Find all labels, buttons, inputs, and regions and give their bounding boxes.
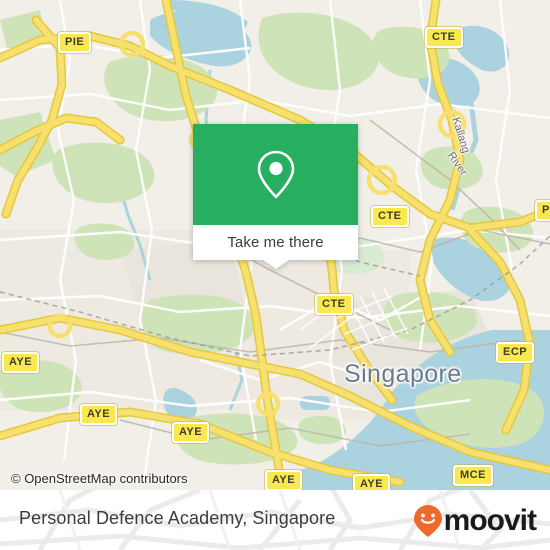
- road-shield-cte-3[interactable]: CTE: [315, 294, 353, 315]
- moovit-smiley-pin-icon: [413, 505, 442, 537]
- card-pointer-tail: [262, 260, 289, 269]
- road-shield-aye-1[interactable]: AYE: [2, 352, 40, 373]
- road-shield-ecp[interactable]: ECP: [496, 342, 535, 363]
- page-title: Personal Defence Academy, Singapore: [19, 508, 336, 528]
- map-place-label: Singapore: [344, 360, 462, 388]
- road-shield-pie-2[interactable]: PIE: [535, 200, 550, 221]
- moovit-wordmark: moovit: [443, 504, 537, 537]
- take-me-there-label: Take me there: [227, 234, 324, 251]
- road-shield-cte-2[interactable]: CTE: [371, 206, 409, 227]
- road-shield-aye-3[interactable]: AYE: [172, 422, 210, 443]
- map-canvas[interactable]: Singapore Kallang River PIE CTE CTE CTE …: [0, 0, 550, 490]
- moovit-logo[interactable]: moovit: [413, 504, 537, 538]
- footer-bar: Personal Defence Academy, Singapore moov…: [0, 490, 550, 550]
- osm-attribution[interactable]: © OpenStreetMap contributors: [11, 471, 188, 486]
- location-callout-card[interactable]: Take me there: [193, 124, 358, 269]
- road-shield-cte-1[interactable]: CTE: [425, 27, 463, 48]
- road-shield-mce[interactable]: MCE: [453, 465, 493, 486]
- road-shield-aye-2[interactable]: AYE: [80, 404, 118, 425]
- road-shield-aye-5[interactable]: AYE: [353, 474, 391, 490]
- road-shield-pie-1[interactable]: PIE: [58, 32, 92, 53]
- card-icon-area: [193, 124, 358, 225]
- road-shield-aye-4[interactable]: AYE: [265, 470, 303, 490]
- map-pin-icon: [257, 150, 294, 198]
- take-me-there-button[interactable]: Take me there: [193, 225, 358, 269]
- moovit-location-card-screenshot: Singapore Kallang River PIE CTE CTE CTE …: [0, 0, 550, 550]
